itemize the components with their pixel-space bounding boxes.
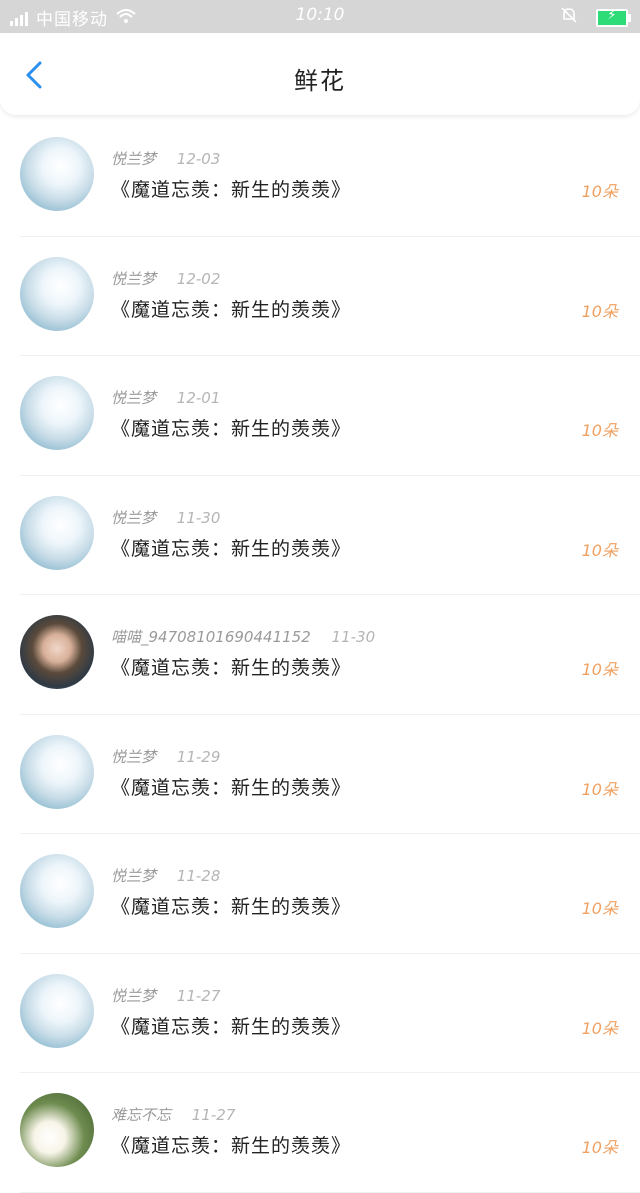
bell-muted-icon	[560, 6, 578, 29]
list-item[interactable]: 悦兰梦 12-01 《魔道忘羡：新生的羡羡》 10朵	[0, 356, 640, 476]
item-meta: 难忘不忘 11-27	[111, 1104, 235, 1125]
book-title[interactable]: 《魔道忘羡：新生的羡羡》	[111, 773, 351, 800]
avatar[interactable]	[20, 495, 94, 570]
date: 11-27	[191, 1106, 236, 1124]
list-item[interactable]: 悦兰梦 11-29 《魔道忘羡：新生的羡羡》 10朵	[0, 715, 640, 835]
avatar[interactable]	[20, 973, 94, 1048]
book-title[interactable]: 《魔道忘羡：新生的羡羡》	[111, 653, 351, 680]
navigation-bar: 鲜花	[0, 33, 640, 115]
flower-count: 10朵	[581, 540, 618, 560]
username[interactable]: 难忘不忘	[111, 1106, 171, 1124]
list-item[interactable]: 喵喵_94708101690441152 11-30 《魔道忘羡：新生的羡羡》 …	[0, 595, 640, 715]
date: 11-30	[331, 628, 376, 646]
avatar[interactable]	[20, 854, 94, 928]
avatar[interactable]	[20, 137, 94, 211]
flower-count: 10朵	[581, 421, 618, 440]
username[interactable]: 悦兰梦	[111, 270, 156, 288]
date: 12-01	[176, 389, 221, 407]
list-item[interactable]: 悦兰梦 11-28 《魔道忘羡：新生的羡羡》 10朵	[0, 834, 640, 954]
flower-count: 10朵	[581, 779, 618, 799]
list-item[interactable]: 悦兰梦 11-27 《魔道忘羡：新生的羡羡》 10朵	[0, 954, 640, 1074]
username[interactable]: 悦兰梦	[111, 509, 156, 527]
battery-icon: ⚡	[596, 8, 631, 27]
avatar[interactable]	[20, 1093, 94, 1167]
flower-count: 10朵	[581, 1018, 618, 1038]
date: 12-02	[176, 269, 221, 288]
username[interactable]: 悦兰梦	[111, 867, 156, 885]
list-item[interactable]: 难忘不忘 11-27 《魔道忘羡：新生的羡羡》 10朵	[0, 1073, 640, 1193]
item-meta: 悦兰梦 11-29	[111, 746, 220, 767]
username[interactable]: 悦兰梦	[111, 150, 156, 168]
avatar[interactable]	[20, 256, 94, 331]
flower-count: 10朵	[581, 899, 618, 918]
date: 11-28	[176, 867, 221, 885]
page-title: 鲜花	[294, 67, 346, 95]
date: 11-30	[176, 508, 221, 527]
username[interactable]: 喵喵_94708101690441152	[111, 628, 311, 646]
list-item[interactable]: 悦兰梦 11-30 《魔道忘羡：新生的羡羡》 10朵	[0, 476, 640, 596]
date: 11-29	[176, 747, 221, 766]
book-title[interactable]: 《魔道忘羡：新生的羡羡》	[111, 414, 351, 441]
item-meta: 悦兰梦 11-28	[111, 865, 220, 886]
avatar[interactable]	[20, 376, 94, 450]
username[interactable]: 悦兰梦	[111, 987, 156, 1005]
item-meta: 悦兰梦 11-30	[111, 507, 220, 528]
book-title[interactable]: 《魔道忘羡：新生的羡羡》	[111, 1012, 351, 1039]
item-meta: 悦兰梦 11-27	[111, 985, 220, 1006]
flower-gift-list: 悦兰梦 12-03 《魔道忘羡：新生的羡羡》 10朵 悦兰梦 12-02 《魔道…	[0, 117, 640, 1193]
avatar[interactable]	[20, 615, 94, 689]
item-meta: 悦兰梦 12-03	[111, 148, 220, 169]
item-meta: 悦兰梦 12-01	[111, 387, 220, 408]
status-time: 10:10	[295, 5, 345, 25]
date: 12-03	[176, 150, 221, 168]
book-title[interactable]: 《魔道忘羡：新生的羡羡》	[111, 295, 351, 322]
item-meta: 喵喵_94708101690441152 11-30	[111, 626, 375, 647]
book-title[interactable]: 《魔道忘羡：新生的羡羡》	[111, 892, 351, 919]
username[interactable]: 悦兰梦	[111, 748, 156, 766]
book-title[interactable]: 《魔道忘羡：新生的羡羡》	[111, 534, 351, 561]
list-item[interactable]: 悦兰梦 12-03 《魔道忘羡：新生的羡羡》 10朵	[0, 117, 640, 237]
flower-count: 10朵	[581, 182, 618, 201]
status-bar: 中国移动 10:10 ⚡	[0, 0, 640, 33]
avatar[interactable]	[20, 734, 94, 809]
book-title[interactable]: 《魔道忘羡：新生的羡羡》	[111, 175, 351, 202]
list-item[interactable]: 悦兰梦 12-02 《魔道忘羡：新生的羡羡》 10朵	[0, 237, 640, 357]
item-meta: 悦兰梦 12-02	[111, 268, 220, 289]
book-title[interactable]: 《魔道忘羡：新生的羡羡》	[111, 1131, 351, 1158]
flower-count: 10朵	[581, 660, 618, 679]
date: 11-27	[176, 986, 221, 1005]
username[interactable]: 悦兰梦	[111, 389, 156, 407]
flower-count: 10朵	[581, 301, 618, 321]
